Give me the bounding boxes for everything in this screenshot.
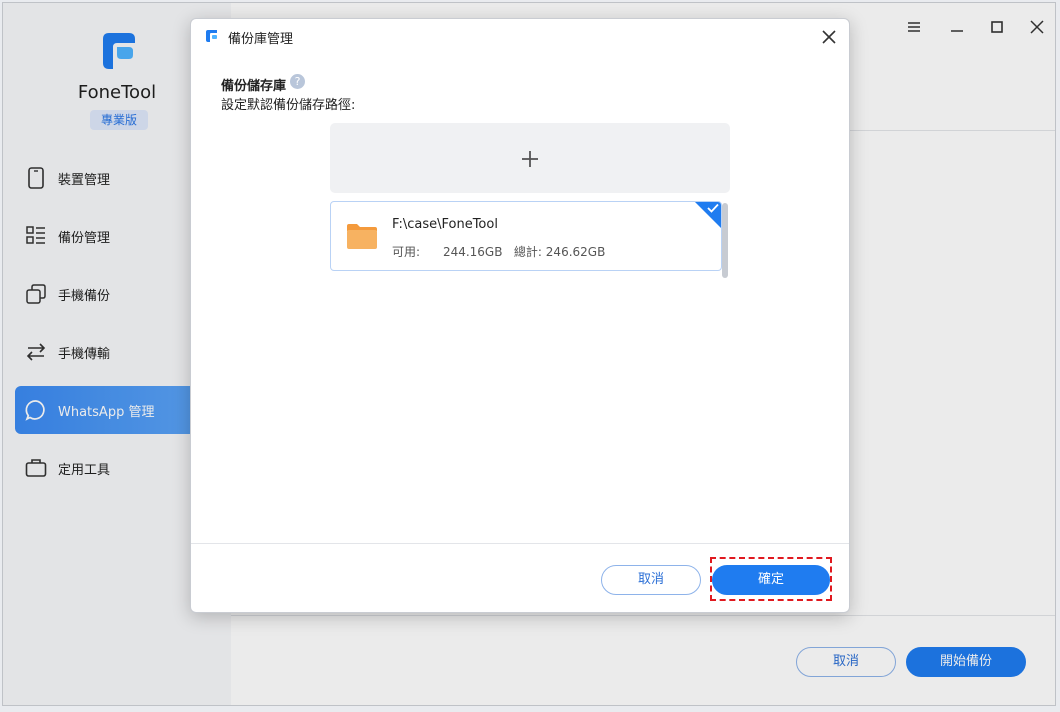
- dialog-title: 備份庫管理: [228, 32, 294, 47]
- list-scrollbar[interactable]: [722, 203, 728, 278]
- storage-location-card[interactable]: F:\case\FoneTool 可用: 244.16GB 總計: 246.62…: [330, 201, 722, 271]
- dialog-header: 備份庫管理: [191, 19, 849, 53]
- storage-stats: 可用: 244.16GB 總計: 246.62GB: [392, 243, 605, 260]
- add-storage-button[interactable]: [330, 123, 730, 193]
- available-value: 244.16GB: [442, 245, 503, 259]
- available-label: 可用:: [392, 245, 421, 259]
- dialog-close-icon[interactable]: [819, 27, 839, 47]
- dialog-confirm-button[interactable]: 確定: [712, 565, 830, 595]
- dialog-logo-icon: [206, 30, 217, 42]
- dialog-cancel-button[interactable]: 取消: [601, 565, 701, 595]
- section-title: 備份儲存庫: [221, 79, 287, 94]
- section-subtitle: 設定默認備份儲存路徑:: [221, 98, 356, 113]
- storage-path: F:\case\FoneTool: [392, 217, 498, 232]
- total-label: 總計:: [513, 245, 542, 259]
- dialog-footer-divider: [191, 543, 849, 544]
- check-icon: [707, 203, 719, 213]
- backup-storage-dialog: 備份庫管理 備份儲存庫 ? 設定默認備份儲存路徑: F:\case\FoneTo…: [190, 18, 850, 613]
- folder-icon: [347, 224, 377, 249]
- plus-icon: [522, 151, 538, 167]
- total-value: 246.62GB: [545, 245, 606, 259]
- help-icon[interactable]: ?: [290, 74, 305, 89]
